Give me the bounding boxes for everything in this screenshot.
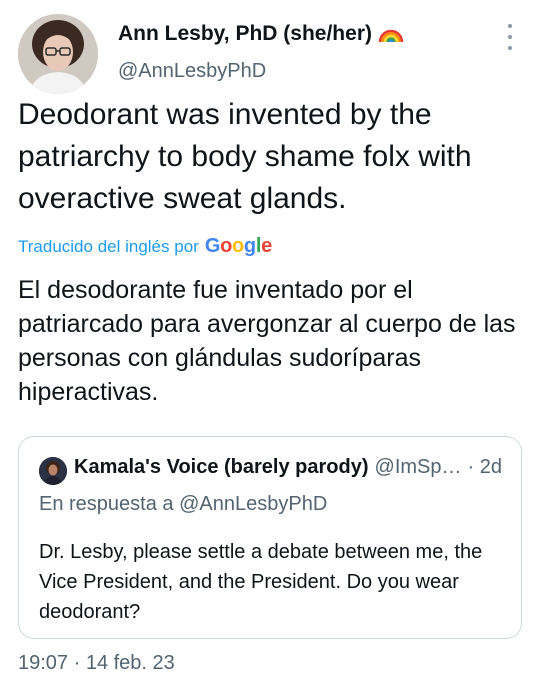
google-letter: G bbox=[204, 235, 221, 257]
tweet-timestamp[interactable]: 19:07 · 14 feb. 23 bbox=[18, 652, 175, 675]
google-letter: g bbox=[243, 235, 256, 257]
author-handle[interactable]: @AnnLesbyPhD bbox=[118, 60, 266, 83]
translated-label: Traducido del inglés por bbox=[18, 236, 199, 256]
reply-prefix: En respuesta a bbox=[39, 493, 174, 515]
google-letter: o bbox=[232, 235, 244, 257]
google-letter: e bbox=[261, 235, 272, 257]
reply-mention[interactable]: @AnnLesbyPhD bbox=[179, 493, 327, 515]
author-avatar[interactable] bbox=[18, 14, 98, 94]
google-letter: o bbox=[220, 235, 232, 257]
reply-context: En respuesta a @AnnLesbyPhD bbox=[39, 493, 327, 516]
author-name-text: Ann Lesby, PhD (she/her) bbox=[118, 22, 372, 45]
rainbow-flag-icon bbox=[378, 24, 404, 44]
quoted-display-name: Kamala's Voice (barely parody) bbox=[74, 456, 369, 478]
translated-text: El desodorante fue inventado por el patr… bbox=[18, 276, 516, 406]
author-display-name[interactable]: Ann Lesby, PhD (she/her) bbox=[118, 22, 404, 46]
google-logo: Google bbox=[205, 235, 272, 258]
quoted-handle: @ImSp… bbox=[374, 456, 462, 478]
tweet-header: Ann Lesby, PhD (she/her) @AnnLesbyPhD bbox=[0, 0, 540, 100]
tweet-text: Deodorant was invented by the patriarchy… bbox=[18, 98, 472, 215]
quoted-tweet-header: Kamala's Voice (barely parody) @ImSp… · … bbox=[74, 456, 514, 479]
quoted-tweet-text: Dr. Lesby, please settle a debate betwee… bbox=[39, 541, 483, 623]
quoted-author-avatar bbox=[39, 457, 67, 485]
quoted-time: · 2d bbox=[467, 456, 502, 478]
more-options-icon[interactable] bbox=[505, 24, 515, 50]
translation-attribution[interactable]: Traducido del inglés por Google bbox=[18, 235, 272, 258]
quoted-tweet[interactable]: Kamala's Voice (barely parody) @ImSp… · … bbox=[18, 436, 522, 639]
